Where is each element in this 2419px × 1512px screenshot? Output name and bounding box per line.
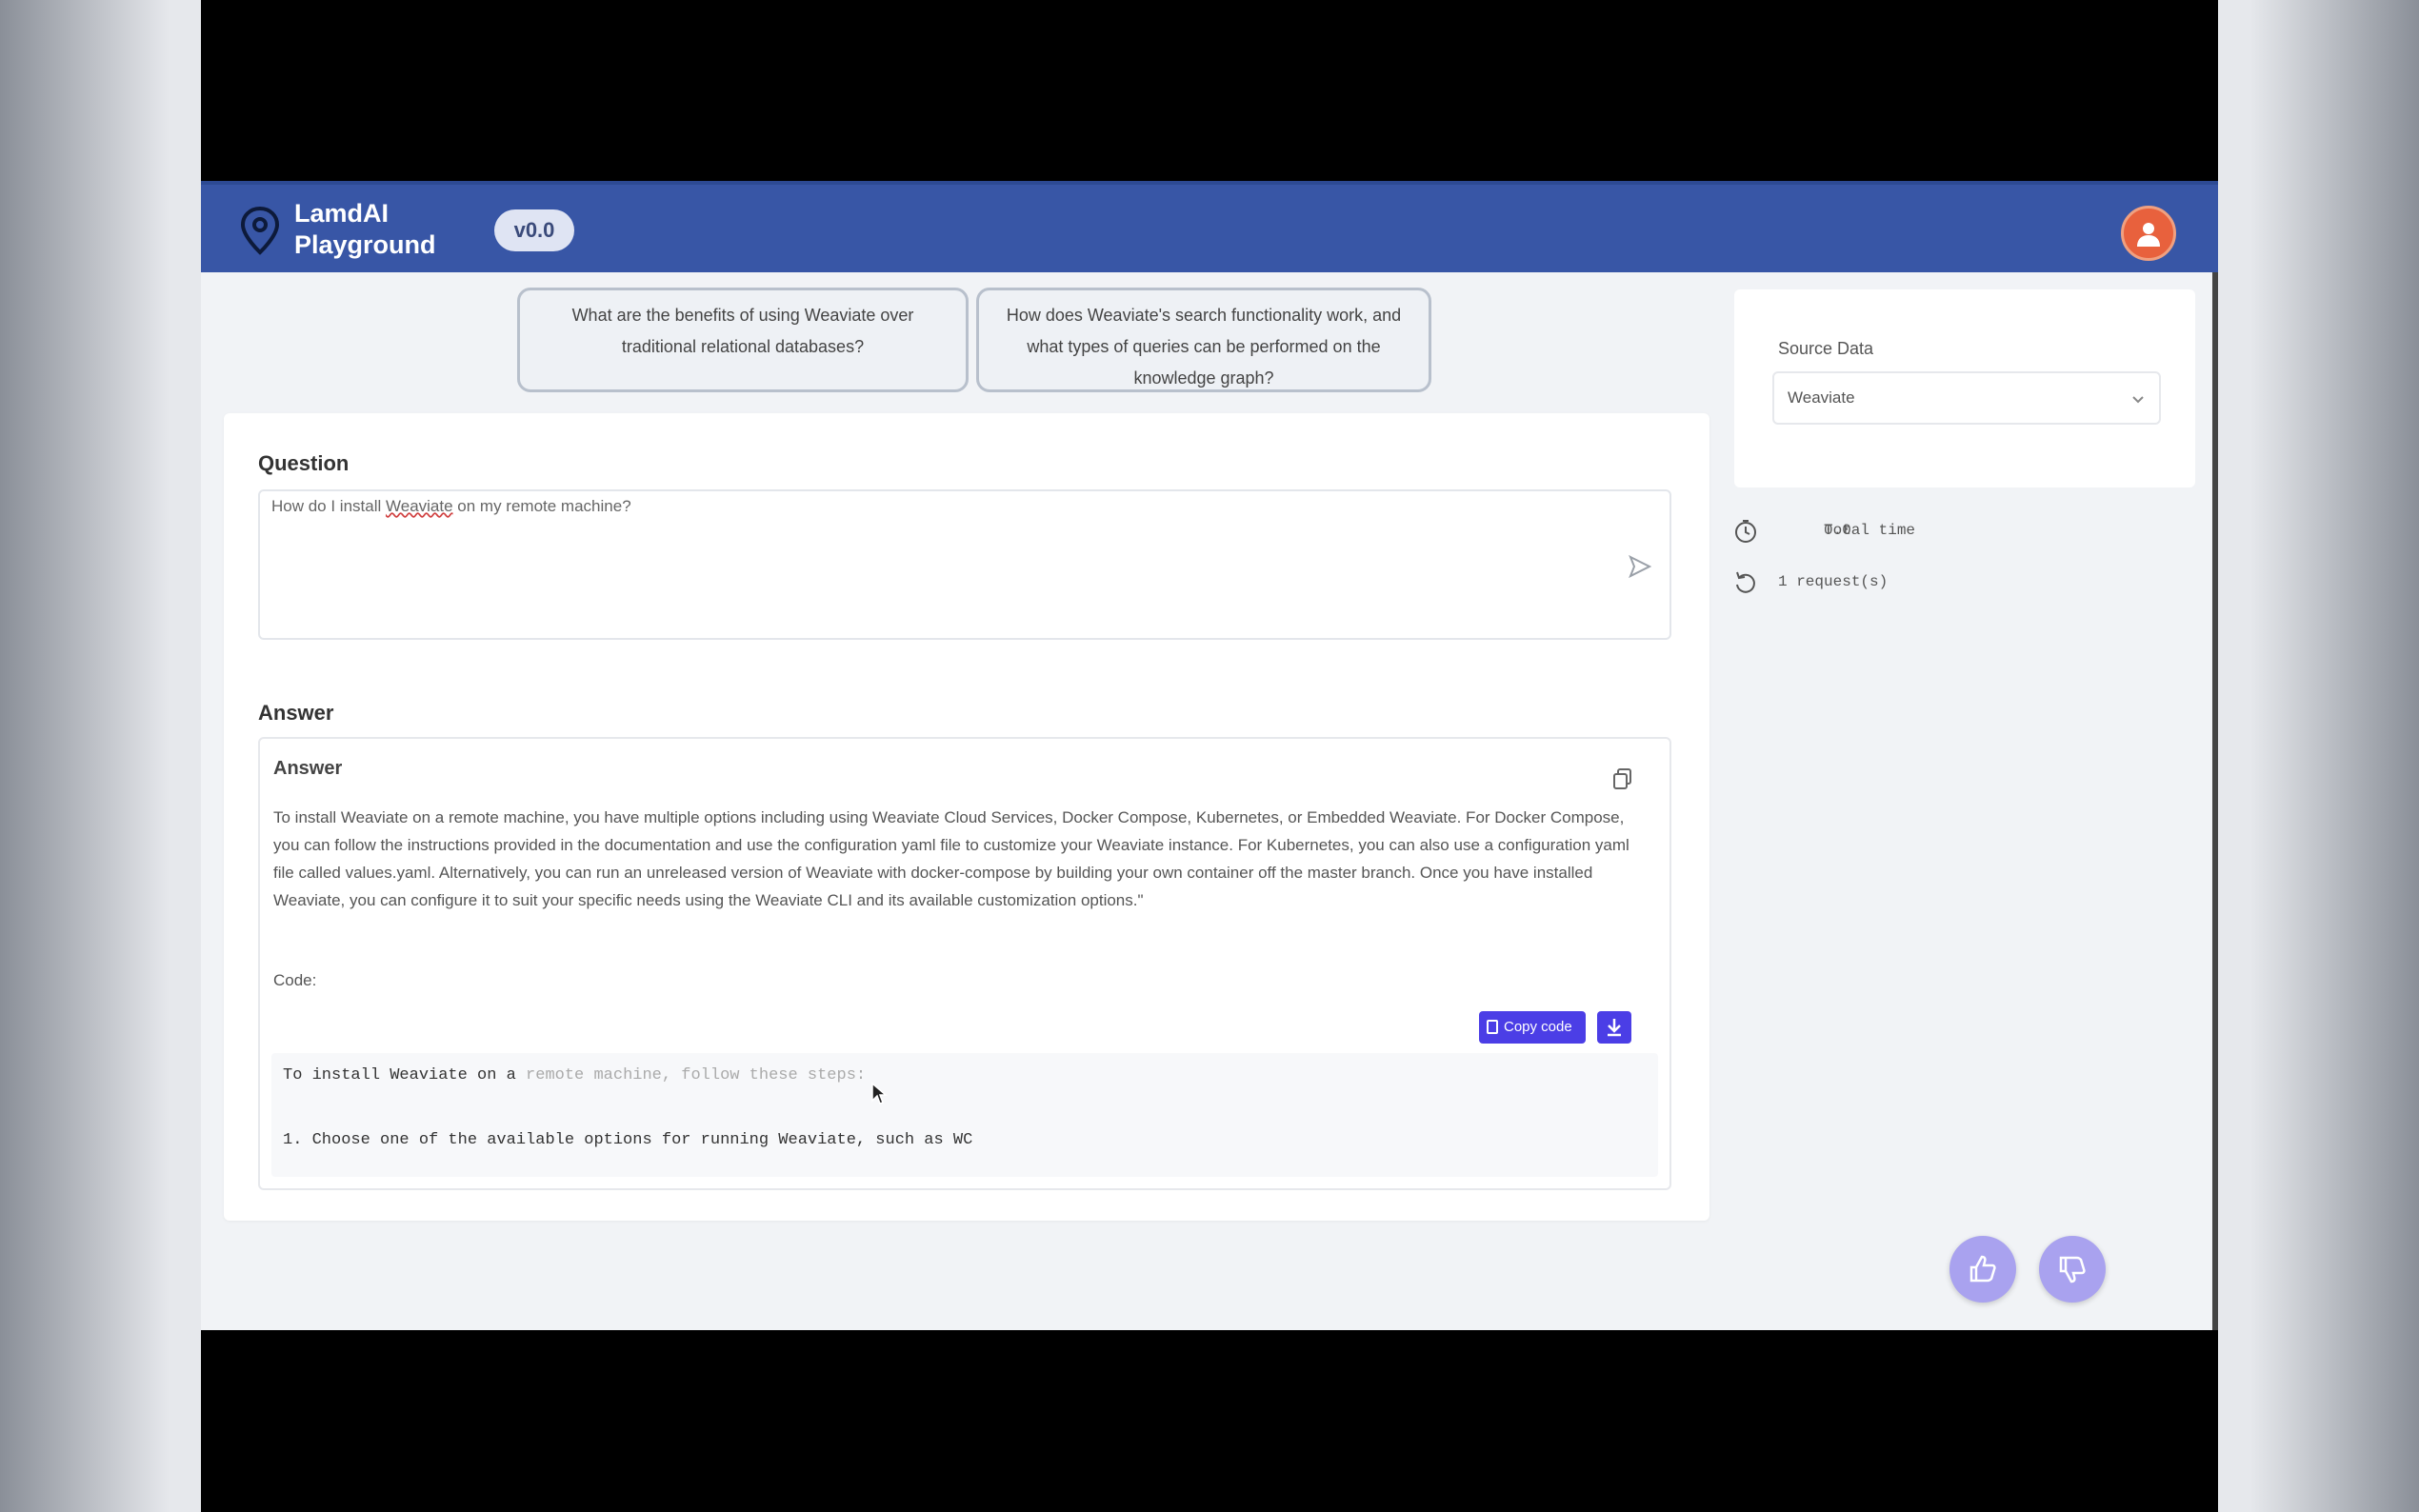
user-icon xyxy=(2137,223,2160,247)
user-avatar-button[interactable] xyxy=(2121,206,2176,261)
thumbs-down-icon xyxy=(2059,1256,2086,1283)
source-data-value: Weaviate xyxy=(1788,388,1855,407)
copy-code-label: Copy code xyxy=(1504,1019,1572,1035)
main-panel: Question How do I install Weaviate on my… xyxy=(224,413,1709,1221)
refresh-icon xyxy=(1736,571,1755,593)
code-line: To install Weaviate on a remote machine,… xyxy=(283,1066,867,1084)
answer-title: Answer xyxy=(273,758,343,779)
thumbs-up-icon xyxy=(1969,1255,1996,1283)
copy-code-button[interactable]: Copy code xyxy=(1479,1011,1586,1044)
code-label: Code: xyxy=(273,971,317,989)
source-data-label: Source Data xyxy=(1778,339,1874,358)
download-button[interactable] xyxy=(1597,1011,1631,1044)
thumbs-up-button[interactable] xyxy=(1949,1236,2016,1303)
code-line: 1. Choose one of the available options f… xyxy=(283,1131,973,1149)
answer-card: Answer To install Weaviate on a remote m… xyxy=(258,737,1671,1190)
version-badge: v0.0 xyxy=(494,209,574,251)
answer-text: To install Weaviate on a remote machine,… xyxy=(273,808,1629,909)
top-bar: LamdAI Playground v0.0 xyxy=(201,181,2218,272)
copy-icon[interactable] xyxy=(1612,767,1633,790)
question-label: Question xyxy=(258,451,350,475)
page-scrollbar[interactable] xyxy=(2212,272,2218,1330)
source-data-select[interactable]: Weaviate xyxy=(1772,371,2161,425)
answer-section-label: Answer xyxy=(258,701,334,725)
thumbs-down-button[interactable] xyxy=(2039,1236,2106,1303)
logo-icon xyxy=(240,206,280,255)
clipboard-icon xyxy=(1487,1020,1498,1034)
brand-title[interactable]: LamdAI Playground xyxy=(294,198,436,261)
download-icon xyxy=(1608,1019,1621,1037)
total-time-value: 0.0 xyxy=(1824,522,1851,539)
question-text: How do I install Weaviate on my remote m… xyxy=(271,497,631,515)
timer-icon xyxy=(1735,520,1756,543)
brand-line-1: LamdAI xyxy=(294,199,390,228)
mouse-cursor-icon xyxy=(871,1082,888,1104)
chevron-down-icon xyxy=(2132,396,2144,404)
code-block: To install Weaviate on a remote machine,… xyxy=(271,1053,1658,1177)
request-count-text: 1 request(s) xyxy=(1778,573,1889,590)
question-input[interactable]: How do I install Weaviate on my remote m… xyxy=(258,489,1671,640)
misspelled-word: Weaviate xyxy=(386,497,453,515)
brand-line-2: Playground xyxy=(294,230,436,259)
suggestion-chip-benefits[interactable]: What are the benefits of using Weaviate … xyxy=(517,288,969,392)
suggestion-chip-search[interactable]: How does Weaviate's search functionality… xyxy=(976,288,1431,392)
app-window: LamdAI Playground v0.0 What are the bene… xyxy=(201,181,2218,1330)
source-panel: Source Data Weaviate xyxy=(1734,289,2195,487)
send-icon[interactable] xyxy=(1628,554,1652,579)
